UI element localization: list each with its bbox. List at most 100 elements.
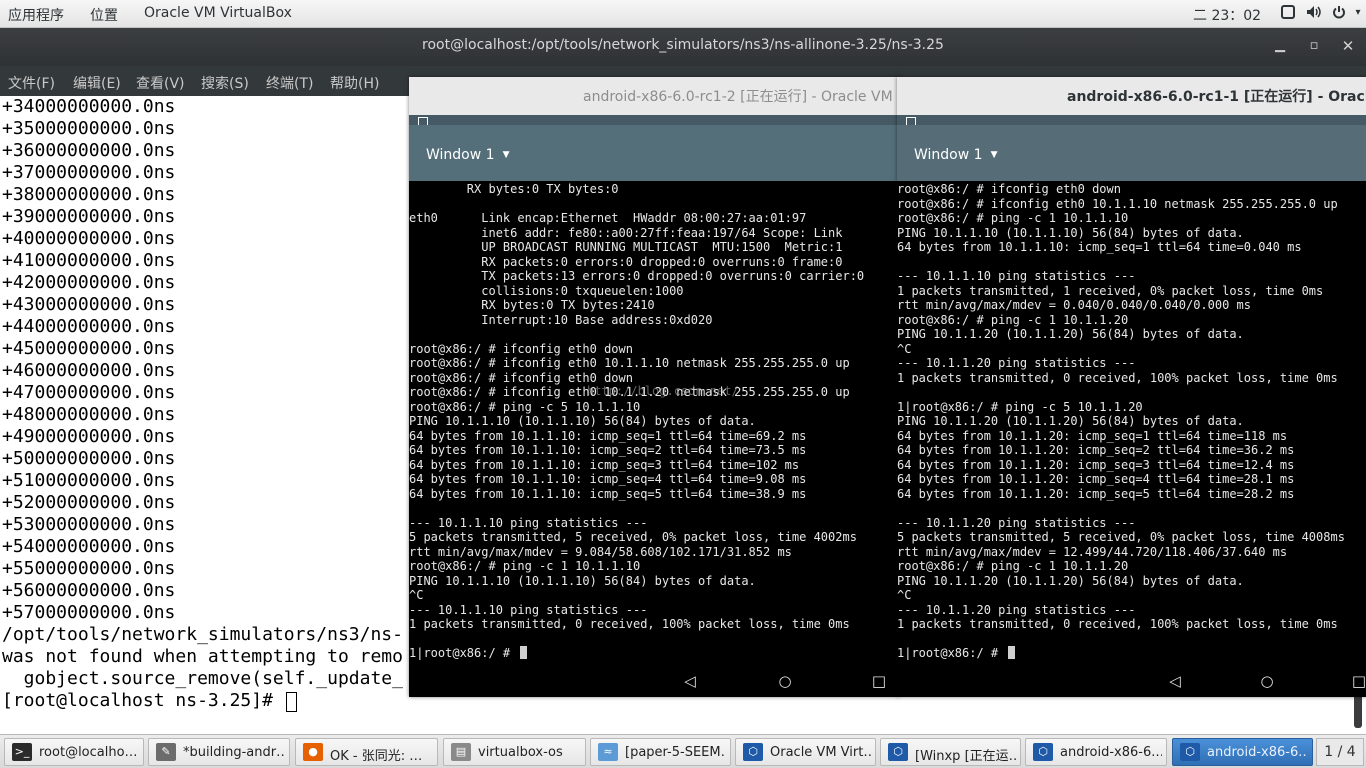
output-line: +35000000000.0ns xyxy=(2,118,176,139)
taskbar-item[interactable]: ▤ virtualbox-os xyxy=(443,738,586,766)
output-line: PING 10.1.1.20 (10.1.1.20) 56(84) bytes … xyxy=(897,573,1244,588)
output-line: +57000000000.0ns xyxy=(2,602,176,623)
output-line: 1 packets transmitted, 1 received, 0% pa… xyxy=(897,283,1324,298)
vm-window-rc1-1[interactable]: android-x86-6.0-rc1-1 [正在运行] - Oracle VM… xyxy=(897,77,1366,697)
window-selector[interactable]: Window 1 ▼ xyxy=(426,147,509,163)
taskbar-item[interactable]: ≈ [paper-5-SEEM… xyxy=(590,738,731,766)
output-line: root@x86:/ # ping -c 1 10.1.1.10 xyxy=(897,211,1129,225)
output-line: +38000000000.0ns xyxy=(2,184,176,205)
output-line: --- 10.1.1.20 ping statistics --- xyxy=(897,602,1136,617)
terminal-titlebar[interactable]: root@localhost:/opt/tools/network_simula… xyxy=(0,28,1366,66)
terminal-cursor xyxy=(286,692,297,712)
places-menu[interactable]: 位置 xyxy=(90,5,118,25)
taskbar-item[interactable]: ⬡ android-x86-6.… xyxy=(1172,738,1313,766)
vm-window-title[interactable]: android-x86-6.0-rc1-1 [正在运行] - Oracle VM… xyxy=(897,77,1366,116)
file-manager-icon: ▤ xyxy=(451,743,471,761)
chevron-down-icon[interactable]: ▾ xyxy=(1350,5,1366,21)
output-line: 64 bytes from 10.1.1.10: icmp_seq=5 ttl=… xyxy=(409,486,807,501)
taskbar-item[interactable]: >_ root@localho… xyxy=(4,738,144,766)
recents-icon[interactable]: □ xyxy=(1349,671,1366,691)
output-line: inet6 addr: fe80::a00:27ff:feaa:197/64 S… xyxy=(409,225,843,240)
window-icon[interactable] xyxy=(1280,5,1296,21)
output-line: --- 10.1.1.20 ping statistics --- xyxy=(897,515,1136,530)
menu-help[interactable]: 帮助(H) xyxy=(330,73,379,93)
taskbar-item[interactable]: ● OK - 张同光: … xyxy=(295,738,438,766)
workspace-pager[interactable]: 1 / 4 xyxy=(1316,738,1364,766)
output-line: root@x86:/ # ifconfig eth0 10.1.1.10 net… xyxy=(409,356,850,370)
output-line: 1 packets transmitted, 0 received, 100% … xyxy=(409,617,850,631)
output-line: 64 bytes from 10.1.1.20: icmp_seq=1 ttl=… xyxy=(897,428,1288,443)
back-icon[interactable]: ◁ xyxy=(680,671,700,691)
window-selector[interactable]: Window 1 ▼ xyxy=(914,147,997,163)
output-line: 5 packets transmitted, 5 received, 0% pa… xyxy=(897,530,1345,544)
home-icon[interactable]: ○ xyxy=(1257,671,1277,691)
output-line: --- 10.1.1.20 ping statistics --- xyxy=(897,356,1136,370)
menu-search[interactable]: 搜索(S) xyxy=(201,73,249,93)
android-terminal-output[interactable]: root@x86:/ # ifconfig eth0 down root@x86:… xyxy=(897,181,1366,665)
terminal-cursor xyxy=(1008,646,1015,659)
caret-down-icon: ▼ xyxy=(990,150,998,160)
output-line: +44000000000.0ns xyxy=(2,316,176,337)
output-line: 64 bytes from 10.1.1.20: icmp_seq=5 ttl=… xyxy=(897,486,1295,501)
output-line: root@x86:/ # ping -c 1 10.1.1.20 xyxy=(897,312,1129,327)
output-line: root@x86:/ # ping -c 1 10.1.1.10 xyxy=(409,559,641,573)
output-line: /opt/tools/network_simulators/ns3/ns- xyxy=(2,624,403,645)
output-line: +41000000000.0ns xyxy=(2,250,176,271)
applications-menu[interactable]: 应用程序 xyxy=(8,5,64,25)
virtualbox-icon: ⬡ xyxy=(1180,743,1200,761)
output-line: RX bytes:0 TX bytes:0 xyxy=(409,182,619,196)
terminal-icon: >_ xyxy=(12,743,32,761)
volume-icon[interactable] xyxy=(1306,5,1322,21)
menu-file[interactable]: 文件(F) xyxy=(8,73,55,93)
output-line: +37000000000.0ns xyxy=(2,162,176,183)
android-status-bar xyxy=(409,115,899,125)
output-line: rtt min/avg/max/mdev = 12.499/44.720/118… xyxy=(897,544,1288,559)
output-line: TX packets:13 errors:0 dropped:0 overrun… xyxy=(409,269,865,283)
output-line: +42000000000.0ns xyxy=(2,272,176,293)
android-terminal-output[interactable]: RX bytes:0 TX bytes:0 eth0 Link encap:Eth… xyxy=(409,181,899,665)
terminal-cursor xyxy=(520,646,527,659)
output-line: +46000000000.0ns xyxy=(2,360,176,381)
taskbar-item[interactable]: ⬡ [Winxp [正在运… xyxy=(880,738,1021,766)
taskbar-item[interactable]: ⬡ Oracle VM Virt… xyxy=(735,738,876,766)
output-line: +43000000000.0ns xyxy=(2,294,176,315)
output-line: RX bytes:0 TX bytes:2410 xyxy=(409,298,655,312)
back-icon[interactable]: ◁ xyxy=(1165,671,1185,691)
menu-terminal[interactable]: 终端(T) xyxy=(266,73,313,93)
virtualbox-icon: ⬡ xyxy=(888,743,908,761)
menu-edit[interactable]: 编辑(E) xyxy=(73,73,121,93)
output-line: root@x86:/ # ifconfig eth0 down xyxy=(897,182,1121,196)
maximize-button[interactable]: ▫ xyxy=(1304,36,1324,56)
output-line: root@x86:/ # ifconfig eth0 down xyxy=(409,341,633,356)
output-line: gobject.source_remove(self._update_ xyxy=(2,668,403,689)
home-icon[interactable]: ○ xyxy=(775,671,795,691)
close-button[interactable]: ✕ xyxy=(1338,36,1358,56)
output-line: UP BROADCAST RUNNING MULTICAST MTU:1500 … xyxy=(409,240,843,254)
output-line: rtt min/avg/max/mdev = 9.084/58.608/102.… xyxy=(409,544,792,559)
output-line: root@x86:/ # ifconfig eth0 down xyxy=(409,370,633,385)
minimize-button[interactable]: ▁ xyxy=(1270,36,1290,56)
output-line: 64 bytes from 10.1.1.10: icmp_seq=1 ttl=… xyxy=(409,428,807,443)
power-icon[interactable] xyxy=(1331,5,1347,21)
watermark: http://blog.csdn.net/ xyxy=(587,384,739,398)
window-selector-label: Window 1 xyxy=(914,147,983,163)
menu-view[interactable]: 查看(V) xyxy=(136,73,185,93)
window-selector-label: Window 1 xyxy=(426,147,495,163)
taskbar-item[interactable]: ✎ *building-andr… xyxy=(148,738,290,766)
taskbar-item[interactable]: ⬡ android-x86-6.… xyxy=(1025,738,1167,766)
virtualbox-icon: ⬡ xyxy=(743,743,763,761)
active-app-menu[interactable]: Oracle VM VirtualBox xyxy=(144,5,292,21)
output-line: ^C xyxy=(897,588,912,602)
terminal-scrollbar[interactable] xyxy=(1354,694,1362,728)
android-app-bar: Window 1 ▼ xyxy=(897,125,1366,181)
text-editor-icon: ✎ xyxy=(156,743,176,761)
taskbar-item-label: android-x86-6.… xyxy=(1060,745,1162,760)
recents-icon[interactable]: □ xyxy=(869,671,889,691)
vm-window-rc1-2[interactable]: android-x86-6.0-rc1-2 [正在运行] - Oracle VM… xyxy=(409,77,899,697)
taskbar-item-label: virtualbox-os xyxy=(478,745,563,760)
vm-window-title[interactable]: android-x86-6.0-rc1-2 [正在运行] - Oracle VM… xyxy=(409,77,899,116)
output-line: root@x86:/ # ping -c 1 10.1.1.20 xyxy=(897,559,1129,573)
output-line: +34000000000.0ns xyxy=(2,96,176,117)
clock[interactable]: 二 23：02 xyxy=(1193,5,1261,25)
output-line: 64 bytes from 10.1.1.20: icmp_seq=2 ttl=… xyxy=(897,443,1295,457)
